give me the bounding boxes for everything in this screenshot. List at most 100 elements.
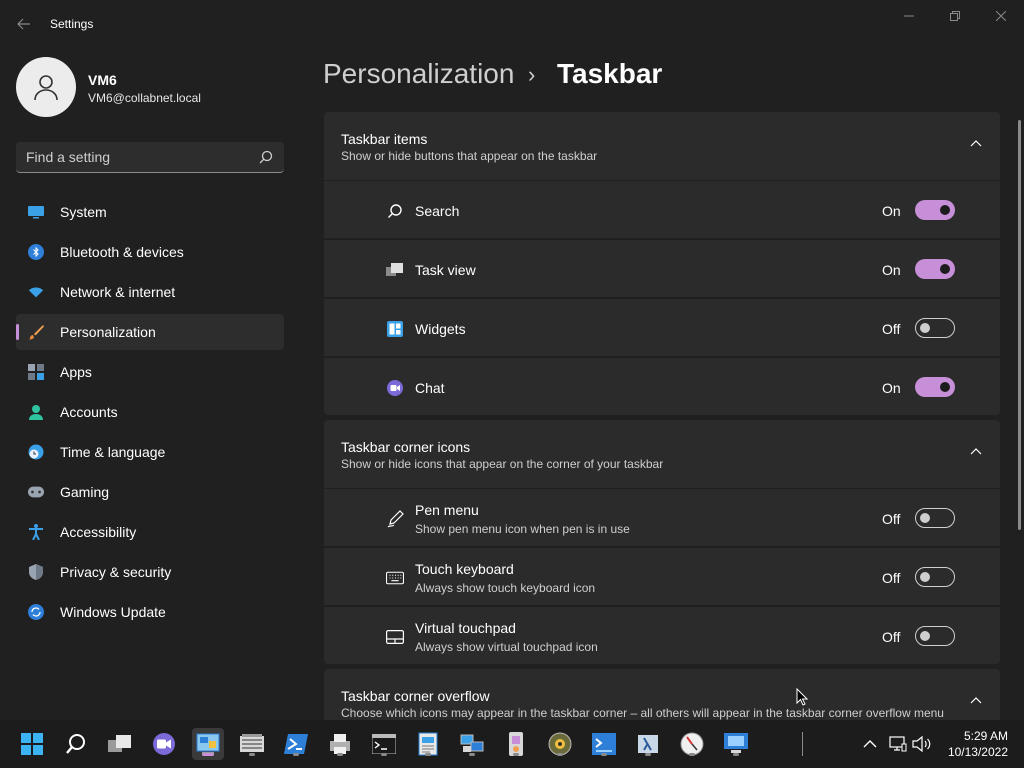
start-button[interactable]: [16, 728, 48, 760]
toggle-state: Off: [882, 629, 901, 645]
restore-button[interactable]: [932, 6, 978, 26]
group-subtitle: Show or hide buttons that appear on the …: [341, 149, 598, 163]
clock-date: 10/13/2022: [947, 745, 1008, 759]
taskbar-app-terminal[interactable]: [368, 728, 400, 760]
row-subtitle: Show pen menu icon when pen is in use: [415, 522, 630, 536]
taskbar-search-button[interactable]: [60, 728, 92, 760]
sidebar-item-windows-update[interactable]: Windows Update: [16, 594, 284, 630]
taskbar-app-11[interactable]: [632, 728, 664, 760]
task-view-icon: [386, 261, 404, 279]
group-title: Taskbar corner overflow: [341, 688, 490, 704]
toggle-knob: [920, 572, 930, 582]
taskbar-app-6[interactable]: [412, 728, 444, 760]
sidebar-item-label: Apps: [60, 364, 92, 380]
toggle-state: Off: [882, 511, 901, 527]
update-icon: [28, 604, 44, 620]
setting-row-task-view: Task view On: [324, 239, 1000, 297]
running-indicator: [513, 753, 519, 756]
pen-icon: [386, 510, 404, 528]
brush-icon: [28, 324, 44, 340]
search-input[interactable]: [26, 148, 246, 166]
row-subtitle: Always show virtual touchpad icon: [415, 640, 598, 654]
taskbar-app-7[interactable]: [456, 728, 488, 760]
taskbar-items-header[interactable]: Taskbar items Show or hide buttons that …: [324, 112, 1000, 180]
widgets-toggle[interactable]: [915, 318, 955, 338]
minimize-button[interactable]: [886, 6, 932, 26]
running-indicator: [249, 753, 255, 756]
sidebar-item-privacy[interactable]: Privacy & security: [16, 554, 284, 590]
sidebar-item-personalization[interactable]: Personalization: [16, 314, 284, 350]
running-indicator: [557, 753, 563, 756]
chevron-up-icon[interactable]: [970, 695, 982, 707]
show-hidden-icons-button[interactable]: [860, 734, 880, 754]
sidebar-item-system[interactable]: System: [16, 194, 284, 230]
windows-logo-icon: [21, 733, 43, 755]
touch-keyboard-toggle[interactable]: [915, 567, 955, 587]
chat-toggle[interactable]: [915, 377, 955, 397]
toggle-knob: [920, 513, 930, 523]
taskbar-app-9[interactable]: [544, 728, 576, 760]
sidebar-item-gaming[interactable]: Gaming: [16, 474, 284, 510]
breadcrumb-parent[interactable]: Personalization: [323, 58, 514, 90]
mouse-cursor-icon: [796, 688, 808, 706]
chevron-up-icon[interactable]: [970, 138, 982, 150]
taskbar-corner-icons-header[interactable]: Taskbar corner icons Show or hide icons …: [324, 420, 1000, 488]
row-title: Chat: [415, 380, 445, 396]
task-view-button[interactable]: [104, 728, 136, 760]
taskbar-app-2[interactable]: [236, 728, 268, 760]
row-title: Search: [415, 203, 460, 219]
chevron-up-icon[interactable]: [970, 446, 982, 458]
setting-row-widgets: Widgets Off: [324, 298, 1000, 356]
close-button[interactable]: [978, 6, 1024, 26]
clock[interactable]: 5:29 AM 10/13/2022: [940, 728, 1008, 760]
running-indicator: [469, 753, 475, 756]
row-title: Virtual touchpad: [415, 620, 516, 636]
chat-icon: [386, 379, 404, 397]
printer-icon: [330, 734, 350, 754]
taskbar-app-8[interactable]: [500, 728, 532, 760]
search-box[interactable]: [16, 142, 284, 173]
touchpad-icon: [386, 628, 404, 646]
volume-tray-button[interactable]: [912, 734, 932, 754]
network-tray-button[interactable]: [888, 734, 908, 754]
running-indicator: [601, 753, 607, 756]
group-subtitle: Show or hide icons that appear on the co…: [341, 457, 664, 471]
search-toggle[interactable]: [915, 200, 955, 220]
taskbar-app-remote-desktop[interactable]: [720, 728, 752, 760]
sidebar-item-label: System: [60, 204, 107, 220]
taskbar-app-10[interactable]: [588, 728, 620, 760]
server-manager-icon: [240, 734, 264, 752]
shield-icon: [28, 564, 44, 580]
toggle-state: On: [882, 262, 901, 278]
taskbar-app-12[interactable]: [676, 728, 708, 760]
chat-icon: [153, 733, 175, 755]
taskbar-app-4[interactable]: [324, 728, 356, 760]
task-view-toggle[interactable]: [915, 259, 955, 279]
pen-menu-toggle[interactable]: [915, 508, 955, 528]
sidebar-item-apps[interactable]: Apps: [16, 354, 284, 390]
breadcrumb-separator: ›: [528, 62, 536, 87]
settings-content: Taskbar items Show or hide buttons that …: [324, 112, 1000, 720]
group-subtitle: Choose which icons may appear in the tas…: [341, 706, 944, 720]
sidebar-item-accessibility[interactable]: Accessibility: [16, 514, 284, 550]
taskbar-app-powershell[interactable]: [280, 728, 312, 760]
app-title: Settings: [50, 17, 94, 31]
running-indicator: [381, 753, 387, 756]
scrollbar[interactable]: [1018, 120, 1021, 530]
avatar[interactable]: [16, 57, 76, 117]
taskbar-app-settings[interactable]: [192, 728, 224, 760]
back-button[interactable]: [12, 12, 36, 36]
taskbar-corner-overflow-header[interactable]: Taskbar corner overflow Choose which ico…: [324, 669, 1000, 720]
virtual-touchpad-toggle[interactable]: [915, 626, 955, 646]
sidebar-item-bluetooth[interactable]: Bluetooth & devices: [16, 234, 284, 270]
sidebar-item-network[interactable]: Network & internet: [16, 274, 284, 310]
toggle-knob: [920, 323, 930, 333]
script-editor-icon: [592, 733, 616, 755]
powershell-icon: [284, 734, 308, 754]
chat-button[interactable]: [148, 728, 180, 760]
sidebar-item-time-language[interactable]: Time & language: [16, 434, 284, 470]
running-indicator: [733, 753, 739, 756]
sidebar-item-accounts[interactable]: Accounts: [16, 394, 284, 430]
ethernet-icon: [889, 736, 907, 752]
terminal-lambda-icon: [638, 735, 658, 753]
